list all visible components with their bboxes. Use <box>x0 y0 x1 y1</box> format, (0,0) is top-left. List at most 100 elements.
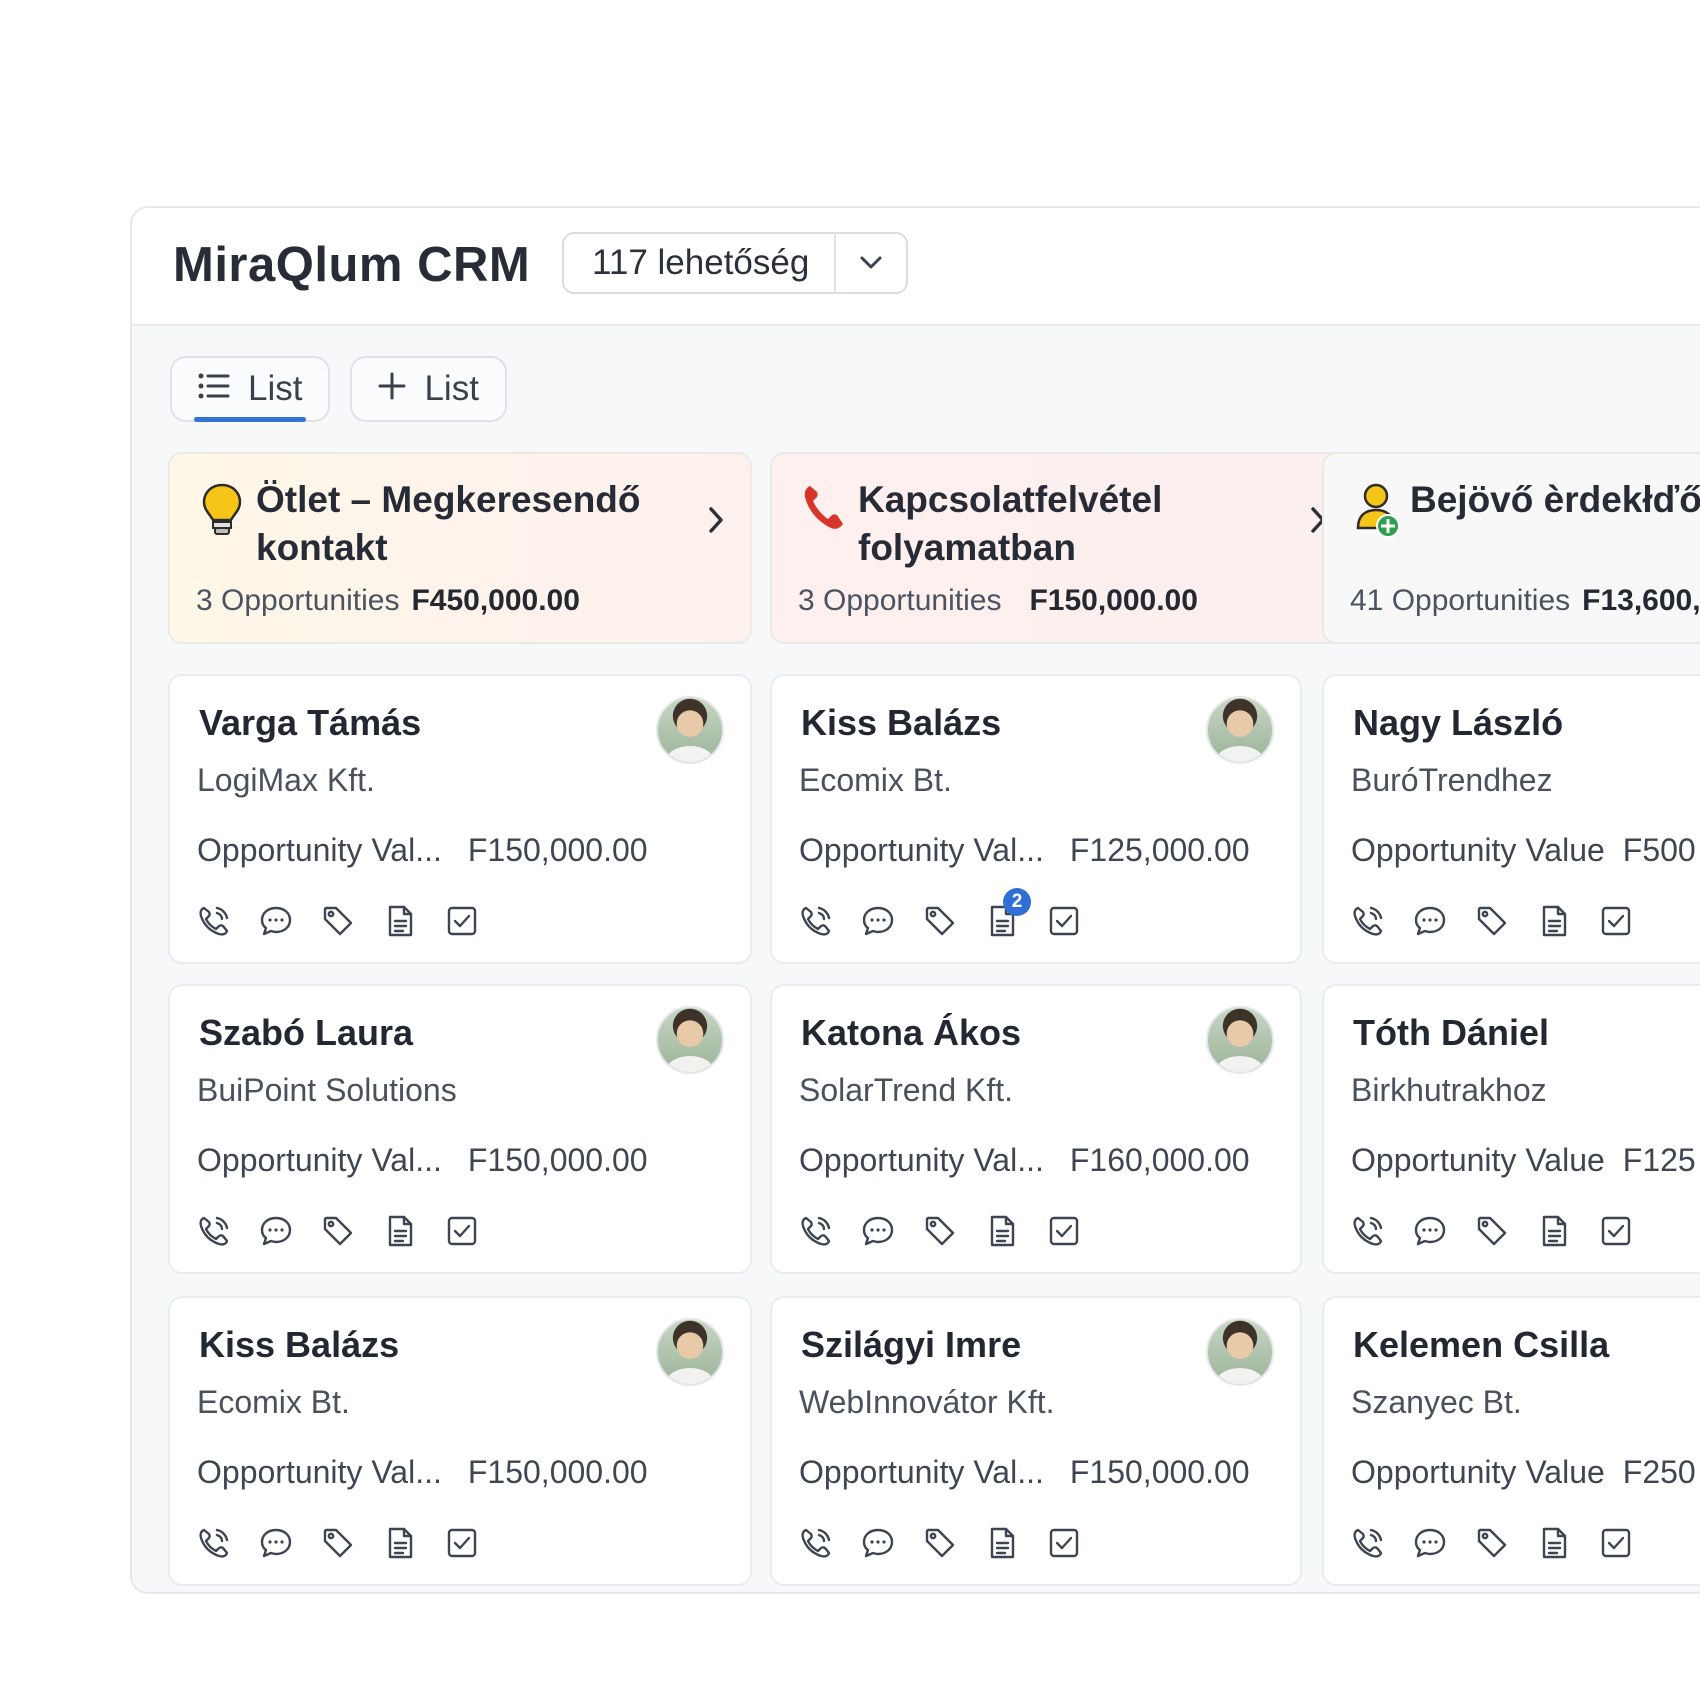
value-amount: F125,000.00 <box>1069 832 1250 868</box>
chevron-down-icon[interactable] <box>836 256 906 270</box>
contact-name: Kiss Balázs <box>199 1324 400 1365</box>
opportunity-card[interactable]: Tóth Dániel Birkhutrakhoz Opportunity Va… <box>1322 984 1700 1274</box>
stage-amount: F450,000.00 <box>411 584 580 617</box>
opportunity-card[interactable]: Katona Ákos SolarTrend Kft. Opportunity … <box>770 984 1302 1274</box>
document-icon[interactable] <box>383 1526 417 1560</box>
phone-icon[interactable] <box>197 904 231 938</box>
stage-header[interactable]: Ötlet – Megkeresendő kontakt 3 Opportuni… <box>168 452 752 644</box>
avatar <box>656 1006 724 1074</box>
stage-amount: F150,000.00 <box>1029 584 1198 617</box>
company-name: BuiPoint Solutions <box>197 1072 457 1108</box>
document-icon[interactable] <box>985 1526 1019 1560</box>
phone-icon[interactable] <box>799 904 833 938</box>
opportunity-card[interactable]: Nagy László BuróTrendhez Opportunity Val… <box>1322 674 1700 964</box>
value-label: Opportunity Val... <box>799 832 1044 868</box>
avatar <box>656 1318 724 1386</box>
phone-icon[interactable] <box>799 1526 833 1560</box>
opportunity-value: Opportunity Value F250 <box>1351 1454 1696 1491</box>
card-actions <box>1351 904 1633 938</box>
chat-icon[interactable] <box>861 1526 895 1560</box>
chat-icon[interactable] <box>861 904 895 938</box>
tag-icon[interactable] <box>923 1214 957 1248</box>
plus-icon <box>378 369 406 409</box>
checkbox-icon[interactable] <box>1599 904 1633 938</box>
tag-icon[interactable] <box>923 1526 957 1560</box>
stage-header[interactable]: Bejövő èrdekłďő – Megkeresett mir 41 Opp… <box>1322 452 1700 644</box>
chat-icon[interactable] <box>259 904 293 938</box>
opportunity-card[interactable]: Szabó Laura BuiPoint Solutions Opportuni… <box>168 984 752 1274</box>
opportunity-value: Opportunity Value F125 <box>1351 1142 1696 1179</box>
phone-icon[interactable] <box>799 1214 833 1248</box>
document-icon[interactable] <box>383 1214 417 1248</box>
document-icon[interactable] <box>1537 1526 1571 1560</box>
chat-icon[interactable] <box>259 1526 293 1560</box>
phone-icon <box>802 482 846 538</box>
tag-icon[interactable] <box>321 1214 355 1248</box>
value-amount: F500 <box>1622 832 1696 868</box>
opportunity-value: Opportunity Val... F160,000.00 <box>799 1142 1250 1179</box>
tag-icon[interactable] <box>321 904 355 938</box>
checkbox-icon[interactable] <box>1047 1526 1081 1560</box>
phone-icon[interactable] <box>197 1214 231 1248</box>
contact-name: Szilágyi Imre <box>801 1324 1022 1365</box>
stage-title: Bejövő èrdekłďő – Megkeresett mir <box>1410 479 1700 520</box>
chevron-right-icon[interactable] <box>708 506 724 539</box>
opportunity-count-select[interactable]: 117 lehetőség <box>562 232 908 294</box>
checkbox-icon[interactable] <box>445 1214 479 1248</box>
contact-name: Kelemen Csilla <box>1353 1324 1610 1365</box>
phone-icon[interactable] <box>1351 1526 1385 1560</box>
tag-icon[interactable] <box>1475 1526 1509 1560</box>
crm-window: MiraQlum CRM 117 lehetőség List List Ötl… <box>130 206 1700 1594</box>
chat-icon[interactable] <box>1413 1214 1447 1248</box>
value-amount: F160,000.00 <box>1069 1142 1250 1178</box>
list-icon <box>198 369 230 409</box>
opportunity-card[interactable]: Kiss Balázs Ecomix Bt. Opportunity Val..… <box>770 674 1302 964</box>
phone-icon[interactable] <box>197 1526 231 1560</box>
document-icon[interactable]: 2 <box>985 888 1031 938</box>
opportunity-card[interactable]: Varga Támás LogiMax Kft. Opportunity Val… <box>168 674 752 964</box>
value-label: Opportunity Val... <box>197 1454 442 1490</box>
chat-icon[interactable] <box>1413 1526 1447 1560</box>
company-name: LogiMax Kft. <box>197 762 375 798</box>
card-actions <box>799 1526 1081 1560</box>
tab-add-list[interactable]: List <box>350 356 507 422</box>
stage-header[interactable]: Kapcsolatfelvétel folyamatban 3 Opportun… <box>770 452 1354 644</box>
chat-icon[interactable] <box>1413 904 1447 938</box>
opportunity-value: Opportunity Val... F150,000.00 <box>197 1454 648 1491</box>
checkbox-icon[interactable] <box>1599 1526 1633 1560</box>
phone-icon[interactable] <box>1351 904 1385 938</box>
active-tab-indicator <box>194 417 307 422</box>
tab-list[interactable]: List <box>170 356 331 422</box>
opportunity-card[interactable]: Kiss Balázs Ecomix Bt. Opportunity Val..… <box>168 1296 752 1586</box>
avatar <box>656 696 724 764</box>
phone-icon[interactable] <box>1351 1214 1385 1248</box>
value-amount: F150,000.00 <box>1069 1454 1250 1490</box>
document-icon[interactable] <box>383 904 417 938</box>
opportunity-card[interactable]: Szilágyi Imre WebInnovátor Kft. Opportun… <box>770 1296 1302 1586</box>
document-icon[interactable] <box>1537 904 1571 938</box>
value-label: Opportunity Val... <box>197 1142 442 1178</box>
opportunity-card[interactable]: Kelemen Csilla Szanyec Bt. Opportunity V… <box>1322 1296 1700 1586</box>
chat-icon[interactable] <box>259 1214 293 1248</box>
stage-title: Kapcsolatfelvétel folyamatban <box>858 479 1163 568</box>
checkbox-icon[interactable] <box>1047 1214 1081 1248</box>
contact-name: Katona Ákos <box>801 1012 1022 1053</box>
stage-count: 3 Opportunities <box>196 584 400 617</box>
checkbox-icon[interactable] <box>445 1526 479 1560</box>
checkbox-icon[interactable] <box>1047 904 1081 938</box>
chat-icon[interactable] <box>861 1214 895 1248</box>
stage-count: 3 Opportunities <box>798 584 1002 617</box>
pipeline-column: Ötlet – Megkeresendő kontakt 3 Opportuni… <box>168 452 752 1586</box>
card-actions <box>197 1214 479 1248</box>
checkbox-icon[interactable] <box>1599 1214 1633 1248</box>
value-label: Opportunity Val... <box>197 832 442 868</box>
view-tabs: List List <box>170 356 507 422</box>
document-icon[interactable] <box>1537 1214 1571 1248</box>
tag-icon[interactable] <box>1475 904 1509 938</box>
tag-icon[interactable] <box>321 1526 355 1560</box>
tag-icon[interactable] <box>1475 1214 1509 1248</box>
checkbox-icon[interactable] <box>445 904 479 938</box>
tag-icon[interactable] <box>923 904 957 938</box>
stage-count: 41 Opportunities <box>1350 584 1571 617</box>
document-icon[interactable] <box>985 1214 1019 1248</box>
